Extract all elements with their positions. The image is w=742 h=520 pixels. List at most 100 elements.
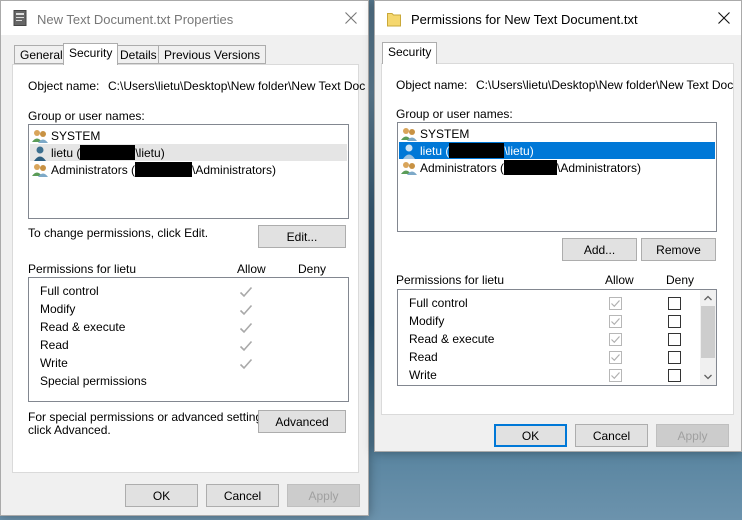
tab-security[interactable]: Security bbox=[382, 42, 438, 64]
add-button[interactable]: Add... bbox=[562, 238, 637, 261]
allow-check-icon bbox=[239, 358, 253, 370]
allow-checkbox-disabled bbox=[609, 297, 622, 310]
group-icon bbox=[32, 129, 48, 143]
permissions-for-label: Permissions for lietu bbox=[396, 273, 505, 287]
permission-read: Read bbox=[409, 350, 438, 364]
object-name-value: C:\Users\lietu\Desktop\New folder\New Te… bbox=[476, 78, 734, 92]
permission-read-execute: Read & execute bbox=[40, 320, 126, 334]
user-list[interactable]: SYSTEM lietu ( \lietu) Administrators ( \A… bbox=[28, 124, 349, 219]
user-name-prefix: lietu ( bbox=[51, 145, 81, 160]
redaction-block bbox=[135, 162, 193, 177]
group-icon bbox=[32, 163, 48, 177]
check-icon bbox=[611, 300, 620, 308]
user-name-suffix: \lietu) bbox=[504, 143, 534, 158]
scroll-up-icon[interactable] bbox=[700, 290, 716, 306]
edit-button[interactable]: Edit... bbox=[258, 225, 346, 248]
user-name: SYSTEM bbox=[51, 128, 101, 143]
deny-checkbox[interactable] bbox=[668, 369, 681, 382]
object-name-label: Object name: bbox=[28, 79, 100, 93]
object-name-value: C:\Users\lietu\Desktop\New folder\New Te… bbox=[108, 79, 366, 93]
allow-checkbox-disabled bbox=[609, 351, 622, 364]
redaction-block bbox=[504, 160, 558, 175]
properties-dialog: New Text Document.txt Properties General… bbox=[0, 0, 369, 516]
deny-checkbox[interactable] bbox=[668, 315, 681, 328]
deny-header: Deny bbox=[666, 273, 695, 287]
check-icon bbox=[611, 372, 620, 380]
permissions-titlebar[interactable]: Permissions for New Text Document.txt bbox=[375, 1, 741, 35]
allow-check-icon bbox=[239, 304, 253, 316]
close-button[interactable] bbox=[707, 1, 741, 35]
security-tab-panel: Object name: C:\Users\lietu\Desktop\New … bbox=[381, 63, 734, 415]
remove-button[interactable]: Remove bbox=[641, 238, 716, 261]
permissions-scrollbar[interactable] bbox=[700, 290, 716, 385]
user-name-prefix: Administrators ( bbox=[51, 162, 136, 177]
group-icon bbox=[401, 161, 417, 175]
permission-special: Special permissions bbox=[40, 374, 147, 388]
user-name-suffix: \lietu) bbox=[135, 145, 165, 160]
tab-general[interactable]: General bbox=[14, 45, 69, 64]
dialog-title: Permissions for New Text Document.txt bbox=[411, 12, 638, 27]
special-permissions-text-2: click Advanced. bbox=[28, 423, 111, 437]
apply-button[interactable]: Apply bbox=[287, 484, 360, 507]
security-tab-panel: Object name: C:\Users\lietu\Desktop\New … bbox=[12, 64, 365, 473]
advanced-button[interactable]: Advanced bbox=[258, 410, 346, 433]
cancel-button[interactable]: Cancel bbox=[575, 424, 648, 447]
folder-icon bbox=[387, 13, 401, 27]
tab-security[interactable]: Security bbox=[63, 43, 119, 65]
ok-button[interactable]: OK bbox=[125, 484, 198, 507]
deny-checkbox[interactable] bbox=[668, 333, 681, 346]
object-name-label: Object name: bbox=[396, 78, 468, 92]
close-icon bbox=[718, 12, 730, 24]
apply-button[interactable]: Apply bbox=[656, 424, 729, 447]
allow-check-icon bbox=[239, 286, 253, 298]
deny-header: Deny bbox=[298, 262, 327, 276]
list-item-lietu-selected[interactable]: lietu (\lietu) bbox=[399, 142, 715, 159]
allow-header: Allow bbox=[237, 262, 266, 276]
list-item-system[interactable]: SYSTEM bbox=[401, 125, 469, 142]
tab-previous-versions[interactable]: Previous Versions bbox=[158, 45, 267, 64]
check-icon bbox=[611, 318, 620, 326]
deny-checkbox[interactable] bbox=[668, 297, 681, 310]
allow-check-icon bbox=[239, 340, 253, 352]
permissions-dialog: Permissions for New Text Document.txt Se… bbox=[374, 0, 742, 452]
permission-write: Write bbox=[40, 356, 68, 370]
special-permissions-text: For special permissions or advanced sett… bbox=[28, 410, 272, 424]
cancel-button[interactable]: Cancel bbox=[206, 484, 279, 507]
tab-details[interactable]: Details bbox=[114, 45, 163, 64]
permissions-list[interactable]: Full control Modify Read & execute Read … bbox=[397, 289, 717, 386]
redaction-block bbox=[80, 145, 136, 160]
list-item-lietu[interactable]: lietu ( \lietu) bbox=[30, 144, 347, 161]
allow-checkbox-disabled bbox=[609, 333, 622, 346]
permissions-list: Full control Modify Read & execute Read … bbox=[28, 277, 349, 402]
properties-titlebar[interactable]: New Text Document.txt Properties bbox=[1, 1, 368, 35]
deny-checkbox[interactable] bbox=[668, 351, 681, 364]
permission-write: Write bbox=[409, 368, 437, 382]
allow-check-icon bbox=[239, 322, 253, 334]
list-item-administrators[interactable]: Administrators (\Administrators) bbox=[401, 159, 641, 176]
user-icon bbox=[403, 144, 415, 159]
permission-modify: Modify bbox=[409, 314, 445, 328]
permission-read-execute: Read & execute bbox=[409, 332, 495, 346]
list-item-administrators[interactable]: Administrators ( \Administrators) bbox=[32, 161, 276, 178]
permission-read: Read bbox=[40, 338, 69, 352]
check-icon bbox=[611, 336, 620, 344]
group-icon bbox=[401, 127, 417, 141]
permission-full-control: Full control bbox=[409, 296, 468, 310]
user-icon bbox=[34, 146, 46, 161]
user-list[interactable]: SYSTEM lietu (\lietu) Administrators (\A… bbox=[397, 122, 717, 232]
close-icon bbox=[345, 12, 357, 24]
allow-checkbox-disabled bbox=[609, 315, 622, 328]
change-permissions-text: To change permissions, click Edit. bbox=[28, 226, 209, 240]
user-name-suffix: \Administrators) bbox=[557, 160, 642, 175]
list-item-system[interactable]: SYSTEM bbox=[32, 127, 100, 144]
text-file-icon bbox=[13, 10, 27, 26]
allow-checkbox-disabled bbox=[609, 369, 622, 382]
close-button[interactable] bbox=[334, 1, 368, 35]
group-label: Group or user names: bbox=[396, 107, 513, 121]
scroll-down-icon[interactable] bbox=[700, 369, 716, 385]
ok-button[interactable]: OK bbox=[494, 424, 567, 447]
dialog-title: New Text Document.txt Properties bbox=[37, 12, 234, 27]
scrollbar-thumb[interactable] bbox=[701, 306, 715, 358]
check-icon bbox=[611, 354, 620, 362]
user-name-suffix: \Administrators) bbox=[192, 162, 277, 177]
